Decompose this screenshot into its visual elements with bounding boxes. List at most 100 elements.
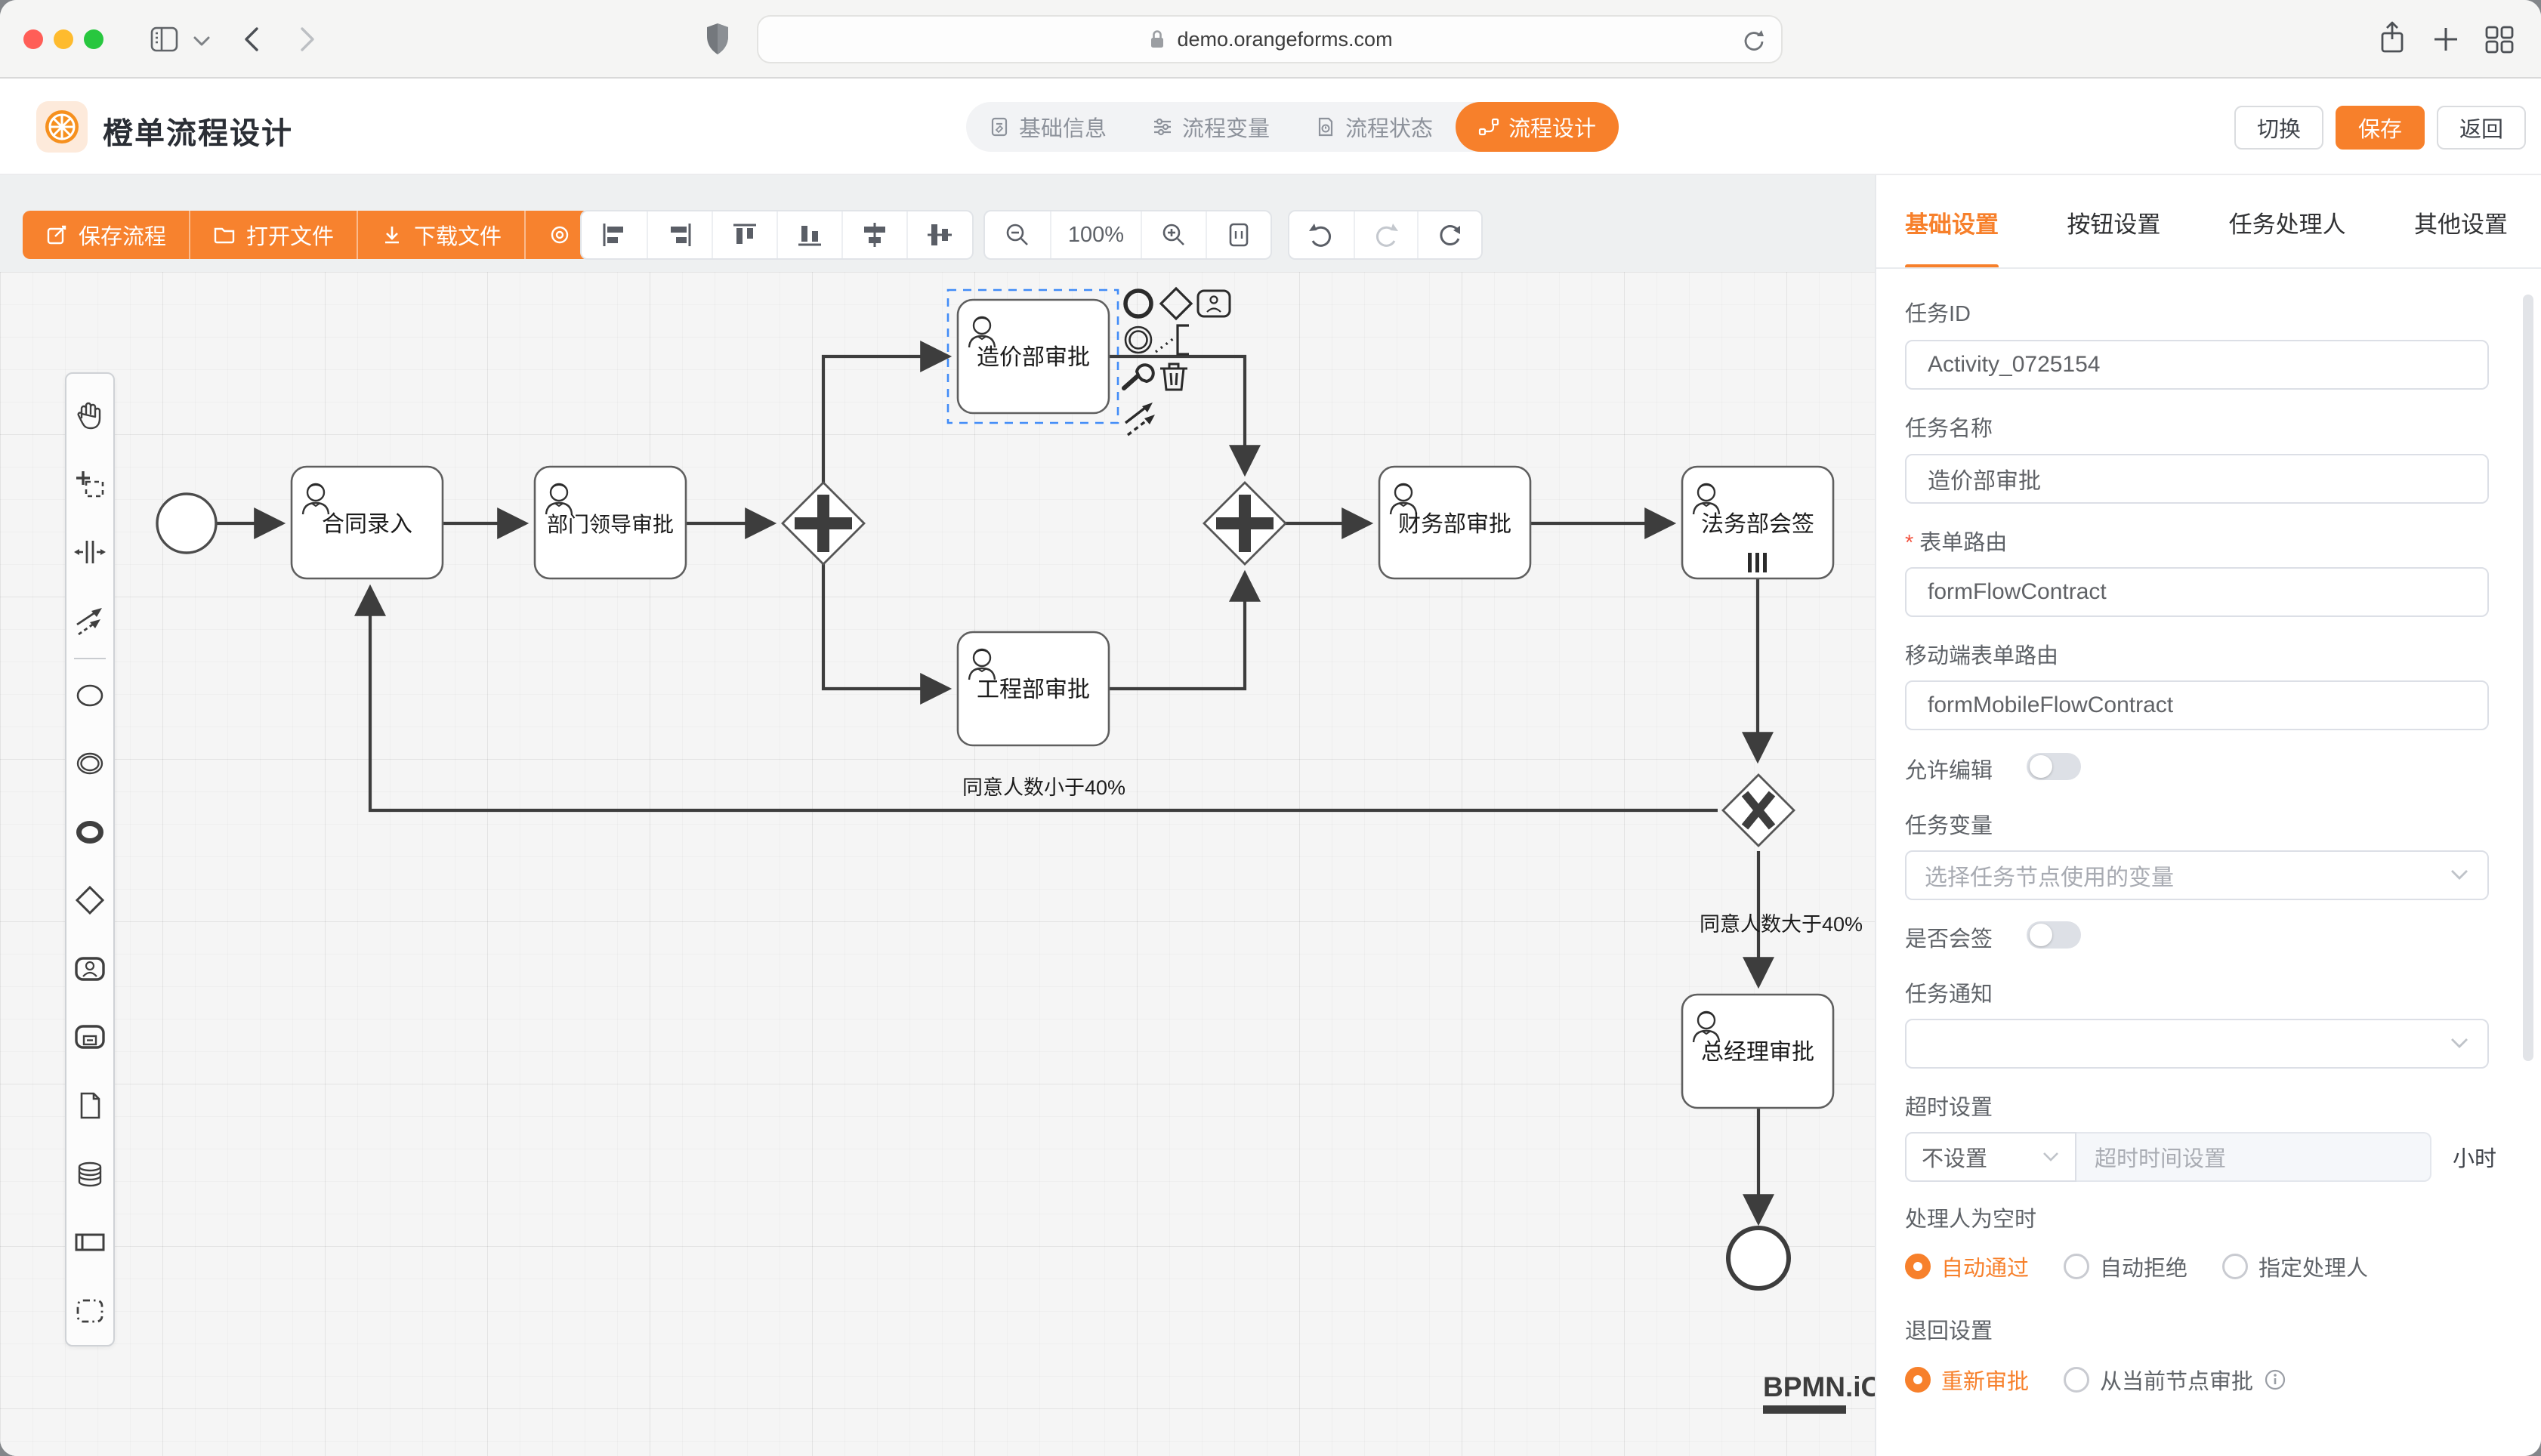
- tab-basic-settings[interactable]: 基础设置: [1905, 175, 1999, 269]
- task-notify-label: 任务通知: [1905, 976, 1993, 1008]
- chevron-down-icon: [2450, 868, 2469, 882]
- connect-tool-icon[interactable]: [1125, 403, 1155, 435]
- radio-auto-approve[interactable]: 自动通过: [1905, 1251, 2029, 1282]
- create-group[interactable]: [66, 1277, 113, 1346]
- address-bar[interactable]: demo.orangeforms.com: [757, 15, 1783, 63]
- task-finance-dept-approval[interactable]: 财务部审批: [1379, 467, 1530, 578]
- align-center-horizontal-icon: [860, 220, 890, 250]
- align-bottom-button[interactable]: [777, 211, 841, 258]
- parallel-gateway-join[interactable]: [1204, 483, 1286, 564]
- save-flow-button[interactable]: 保存流程: [23, 211, 189, 259]
- tab-other-settings[interactable]: 其他设置: [2414, 175, 2508, 269]
- create-intermediate-event[interactable]: [66, 730, 113, 798]
- task-contract-entry[interactable]: 合同录入: [292, 467, 443, 578]
- task-id-input[interactable]: [1905, 340, 2489, 390]
- privacy-shield-icon[interactable]: [702, 21, 733, 57]
- sidebar-icon[interactable]: [150, 25, 180, 54]
- task-notify-select[interactable]: [1905, 1019, 2489, 1069]
- radio-icon: [2064, 1367, 2089, 1393]
- forward-button-icon[interactable]: [293, 24, 320, 54]
- align-top-button[interactable]: [712, 211, 777, 258]
- allow-edit-toggle[interactable]: [2027, 753, 2081, 780]
- zoom-level: 100%: [1050, 211, 1141, 258]
- parallel-gateway-split[interactable]: [783, 483, 864, 564]
- back-button-icon[interactable]: [239, 24, 266, 54]
- window-close-button[interactable]: [23, 29, 43, 49]
- undo-button[interactable]: [1289, 211, 1354, 258]
- process-nav-tabs: 基础信息 流程变量 流程状态: [966, 102, 1619, 152]
- bpmn-io-logo[interactable]: BPMN.iO: [1763, 1371, 1882, 1414]
- tab-overview-icon[interactable]: [2484, 24, 2515, 54]
- end-event[interactable]: [1728, 1228, 1789, 1288]
- radio-restart-approval[interactable]: 重新审批: [1905, 1364, 2029, 1396]
- back-button[interactable]: 返回: [2437, 106, 2526, 150]
- space-tool[interactable]: [66, 518, 113, 587]
- switch-button[interactable]: 切换: [2234, 106, 2323, 150]
- tab-button-settings[interactable]: 按钮设置: [2067, 175, 2160, 269]
- task-variable-select[interactable]: 选择任务节点使用的变量: [1905, 850, 2489, 900]
- task-legal-dept-countersign[interactable]: 法务部会签: [1682, 467, 1833, 578]
- radio-auto-reject[interactable]: 自动拒绝: [2064, 1251, 2187, 1282]
- timeout-mode-select[interactable]: 不设置: [1905, 1132, 2076, 1182]
- append-task-icon[interactable]: [1198, 291, 1230, 316]
- align-center-horizontal-button[interactable]: [841, 211, 906, 258]
- align-center-vertical-button[interactable]: [906, 211, 971, 258]
- zoom-in-button[interactable]: [1141, 211, 1206, 258]
- timeout-value-input[interactable]: 超时时间设置: [2076, 1132, 2431, 1182]
- align-right-button[interactable]: [647, 211, 712, 258]
- zoom-fit-button[interactable]: [1206, 211, 1270, 258]
- task-cost-dept-approval-selected[interactable]: 造价部审批: [948, 290, 1118, 423]
- countersign-toggle[interactable]: [2027, 921, 2081, 949]
- zoom-out-button[interactable]: [985, 211, 1050, 258]
- tab-process-variables[interactable]: 流程变量: [1129, 102, 1292, 152]
- tab-process-status[interactable]: 流程状态: [1292, 102, 1456, 152]
- edge-label-lt40[interactable]: 同意人数小于40%: [962, 776, 1125, 799]
- create-gateway[interactable]: [66, 866, 113, 935]
- save-button[interactable]: 保存: [2336, 106, 2425, 150]
- download-file-button[interactable]: 下载文件: [357, 211, 524, 259]
- append-gateway-icon[interactable]: [1161, 288, 1191, 319]
- append-intermediate-event-icon[interactable]: [1125, 327, 1151, 353]
- radio-assign-handler[interactable]: 指定处理人: [2222, 1251, 2368, 1282]
- tab-process-design[interactable]: 流程设计: [1456, 102, 1619, 152]
- create-subprocess[interactable]: [66, 1003, 113, 1072]
- tab-task-handler[interactable]: 任务处理人: [2229, 175, 2346, 269]
- task-name-input[interactable]: [1905, 454, 2489, 504]
- window-minimize-button[interactable]: [54, 29, 73, 49]
- create-end-event[interactable]: [66, 797, 113, 866]
- refresh-button[interactable]: [1417, 211, 1481, 258]
- create-start-event[interactable]: [66, 661, 113, 730]
- share-icon[interactable]: [2376, 20, 2408, 57]
- edge-label-gt40[interactable]: 同意人数大于40%: [1700, 913, 1863, 936]
- wrench-icon[interactable]: [1124, 365, 1153, 388]
- task-dept-leader-approval[interactable]: 部门领导审批: [535, 467, 686, 578]
- append-end-event-icon[interactable]: [1125, 291, 1151, 316]
- task-general-manager-approval[interactable]: 总经理审批: [1682, 995, 1833, 1108]
- window-zoom-button[interactable]: [84, 29, 103, 49]
- create-pool[interactable]: [66, 1208, 113, 1277]
- task-engineering-dept-approval[interactable]: 工程部审批: [958, 632, 1109, 745]
- new-tab-icon[interactable]: [2431, 24, 2461, 54]
- lasso-tool[interactable]: [66, 450, 113, 519]
- reload-icon[interactable]: [1740, 27, 1766, 54]
- panel-scrollbar[interactable]: [2523, 295, 2533, 1061]
- create-user-task[interactable]: [66, 935, 113, 1004]
- start-event[interactable]: [157, 494, 216, 553]
- align-left-button[interactable]: [582, 211, 647, 258]
- create-document[interactable]: [66, 1072, 113, 1140]
- form-route-input[interactable]: [1905, 567, 2489, 617]
- global-connect-tool[interactable]: [66, 587, 113, 656]
- text-annotation-icon[interactable]: [1156, 325, 1189, 354]
- create-data-store[interactable]: [66, 1140, 113, 1208]
- open-file-button[interactable]: 打开文件: [189, 211, 357, 259]
- tab-basic-info[interactable]: 基础信息: [966, 102, 1129, 152]
- exclusive-gateway[interactable]: [1723, 775, 1794, 846]
- hand-tool[interactable]: [66, 381, 113, 450]
- trash-icon[interactable]: [1160, 364, 1187, 390]
- radio-from-current-node[interactable]: 从当前节点审批: [2064, 1364, 2286, 1396]
- mobile-route-input[interactable]: [1905, 680, 2489, 730]
- sidebar-chevron-icon[interactable]: [192, 35, 211, 48]
- header-actions: 切换 保存 返回: [2234, 106, 2526, 150]
- redo-button[interactable]: [1354, 211, 1418, 258]
- info-icon[interactable]: [2264, 1368, 2286, 1391]
